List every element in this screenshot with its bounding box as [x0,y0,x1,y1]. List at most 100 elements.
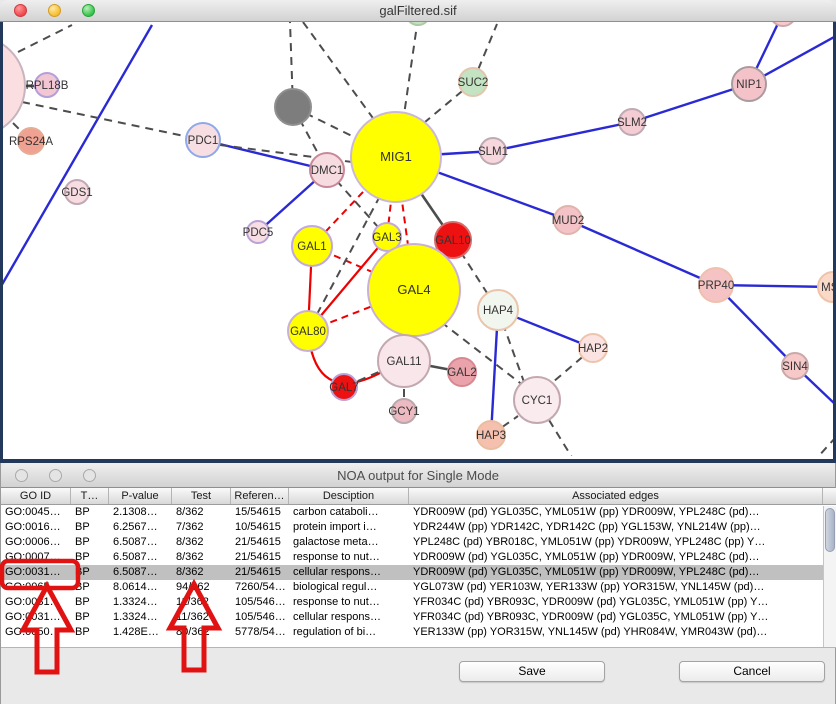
node-SLM1[interactable]: SLM1 [478,138,508,164]
node-label: HAP4 [483,305,514,317]
table-cell-reference: 105/546… [231,610,289,625]
node-label: SUC2 [458,77,489,89]
table-cell-reference: 15/54615 [231,505,289,520]
noa-window-title: NOA output for Single Mode [1,468,835,483]
column-header[interactable]: GO ID [1,488,71,504]
column-header[interactable]: Referen… [231,488,289,504]
network-canvas[interactable]: RPL18B RPS24A PDC1 GDS1 DMC1MIG1 PDC5 SLM1 SLM2… [0,22,836,463]
node-GDS1[interactable]: GDS1 [61,180,92,204]
table-cell-description: protein import i… [289,520,409,535]
column-header[interactable]: Desciption [289,488,409,504]
table-cell-description: galactose meta… [289,535,409,550]
table-cell-go_id: GO:0031… [1,610,71,625]
node-GAL2[interactable]: GAL2 [447,358,476,386]
table-cell-type: BP [71,580,109,595]
node-GAL4[interactable]: GAL4 [368,244,460,336]
table-cell-edges: YDR009W (pd) YGL035C, YML051W (pp) YDR00… [409,550,823,565]
column-header[interactable]: Test [172,488,231,504]
noa-window-titlebar: NOA output for Single Mode [1,463,835,488]
node-MUD2[interactable]: MUD2 [552,206,585,234]
cancel-button[interactable]: Cancel [679,661,825,682]
edge-pd [18,25,72,52]
table-cell-edges: YGL073W (pd) YER103W, YER133W (pp) YOR31… [409,580,823,595]
table-cell-type: BP [71,535,109,550]
table-cell-test: 8/362 [172,535,231,550]
node-label: SIN4 [782,361,808,373]
table-cell-go_id: GO:0006… [1,535,71,550]
node-label: GAL3 [372,232,401,244]
table-row[interactable]: GO:0006…BP6.5087…8/36221/54615galactose … [1,535,836,550]
node-label: SLM2 [617,117,647,129]
node-label: GAL2 [447,367,476,379]
table-row[interactable]: GO:0031…BP1.3324…11/362105/546…cellular … [1,610,836,625]
table-row[interactable]: GO:0031…BP6.5087…8/36221/54615cellular r… [1,565,836,580]
node-unlabeled-top-green[interactable] [406,22,430,25]
scrollbar-thumb[interactable] [825,508,835,552]
node-RPL18B[interactable]: RPL18B [26,73,69,97]
table-row[interactable]: GO:0045…BP2.1308…8/36215/54615carbon cat… [1,505,836,520]
node-label: GAL7 [329,382,358,394]
node-label: PRP40 [698,280,734,292]
node-unlabeled-gray[interactable] [275,89,311,125]
node-SUC2[interactable]: SUC2 [458,68,489,96]
node-unlabeled-top-right[interactable] [770,22,796,26]
node-GCY1[interactable]: GCY1 [388,399,419,423]
table-row[interactable]: GO:0016…BP6.2567…7/36210/54615protein im… [1,520,836,535]
node-GAL11[interactable]: GAL11 [378,335,430,387]
table-cell-description: carbon cataboli… [289,505,409,520]
table-cell-edges: YFR034C (pd) YBR093C, YDR009W (pd) YGL03… [409,610,823,625]
column-header[interactable]: T… [71,488,109,504]
edge-pd [404,22,418,115]
save-button[interactable]: Save [459,661,605,682]
node-label: SLM1 [478,146,508,158]
edge-pp [493,122,632,151]
table-cell-description: biological regul… [289,580,409,595]
table-cell-test: 8/362 [172,505,231,520]
table-cell-p_value: 1.428E… [109,625,172,640]
results-table: GO IDT…P-valueTestReferen…DesciptionAsso… [1,488,836,648]
table-cell-go_id: GO:0050… [1,625,71,640]
table-row[interactable]: GO:0050…BP1.428E…80/3625778/54…regulatio… [1,625,836,640]
node-PDC1[interactable]: PDC1 [186,123,220,157]
column-header[interactable]: Associated edges [409,488,823,504]
node-NIP1[interactable]: NIP1 [732,67,766,101]
node-label: RPL18B [26,80,69,92]
table-cell-reference: 21/54615 [231,565,289,580]
node-label: NIP1 [736,79,762,91]
table-cell-description: cellular respons… [289,610,409,625]
node-SLM2[interactable]: SLM2 [617,109,647,135]
node-PRP40[interactable]: PRP40 [698,268,734,302]
node-GAL1[interactable]: GAL1 [292,226,332,266]
graph-window: galFiltered.sif RPL18B RPS24A PDC1 GDS1 DMC1… [0,0,836,463]
node-MIG1[interactable]: MIG1 [351,112,441,202]
table-row[interactable]: GO:0007…BP6.5087…8/36221/54615response t… [1,550,836,565]
column-header[interactable]: P-value [109,488,172,504]
vertical-scrollbar[interactable] [823,506,836,647]
node-label: GAL11 [387,356,422,368]
node-GAL7[interactable]: GAL7 [329,374,358,400]
table-cell-reference: 21/54615 [231,550,289,565]
table-row[interactable]: GO:0031…BP1.3324…11/362105/546…response … [1,595,836,610]
node-RPS24A[interactable]: RPS24A [9,128,53,154]
edge-pp [3,25,152,288]
network-graph: RPL18B RPS24A PDC1 GDS1 DMC1MIG1 PDC5 SLM1 SLM2… [3,22,833,456]
table-cell-go_id: GO:0007… [1,550,71,565]
graph-window-titlebar: galFiltered.sif [0,0,836,22]
node-SIN4[interactable]: SIN4 [782,353,808,379]
node-GAL80[interactable]: GAL80 [288,311,328,351]
table-cell-description: response to nut… [289,595,409,610]
node-label: PDC5 [243,227,274,239]
node-CYC1[interactable]: CYC1 [514,377,560,423]
node-DMC1[interactable]: DMC1 [310,153,344,187]
node-HAP4[interactable]: HAP4 [478,290,518,330]
node-HAP2[interactable]: HAP2 [578,334,608,362]
node-label: GAL10 [435,235,471,247]
node-HAP3[interactable]: HAP3 [476,421,506,449]
node-PDC5[interactable]: PDC5 [243,221,274,243]
table-cell-p_value: 6.5087… [109,535,172,550]
node-MSL[interactable]: MSL [818,272,833,302]
table-cell-p_value: 6.5087… [109,565,172,580]
table-row[interactable]: GO:0065…BP8.0614…94/3627260/54…biologica… [1,580,836,595]
table-cell-reference: 7260/54… [231,580,289,595]
edge-pp [632,84,749,122]
